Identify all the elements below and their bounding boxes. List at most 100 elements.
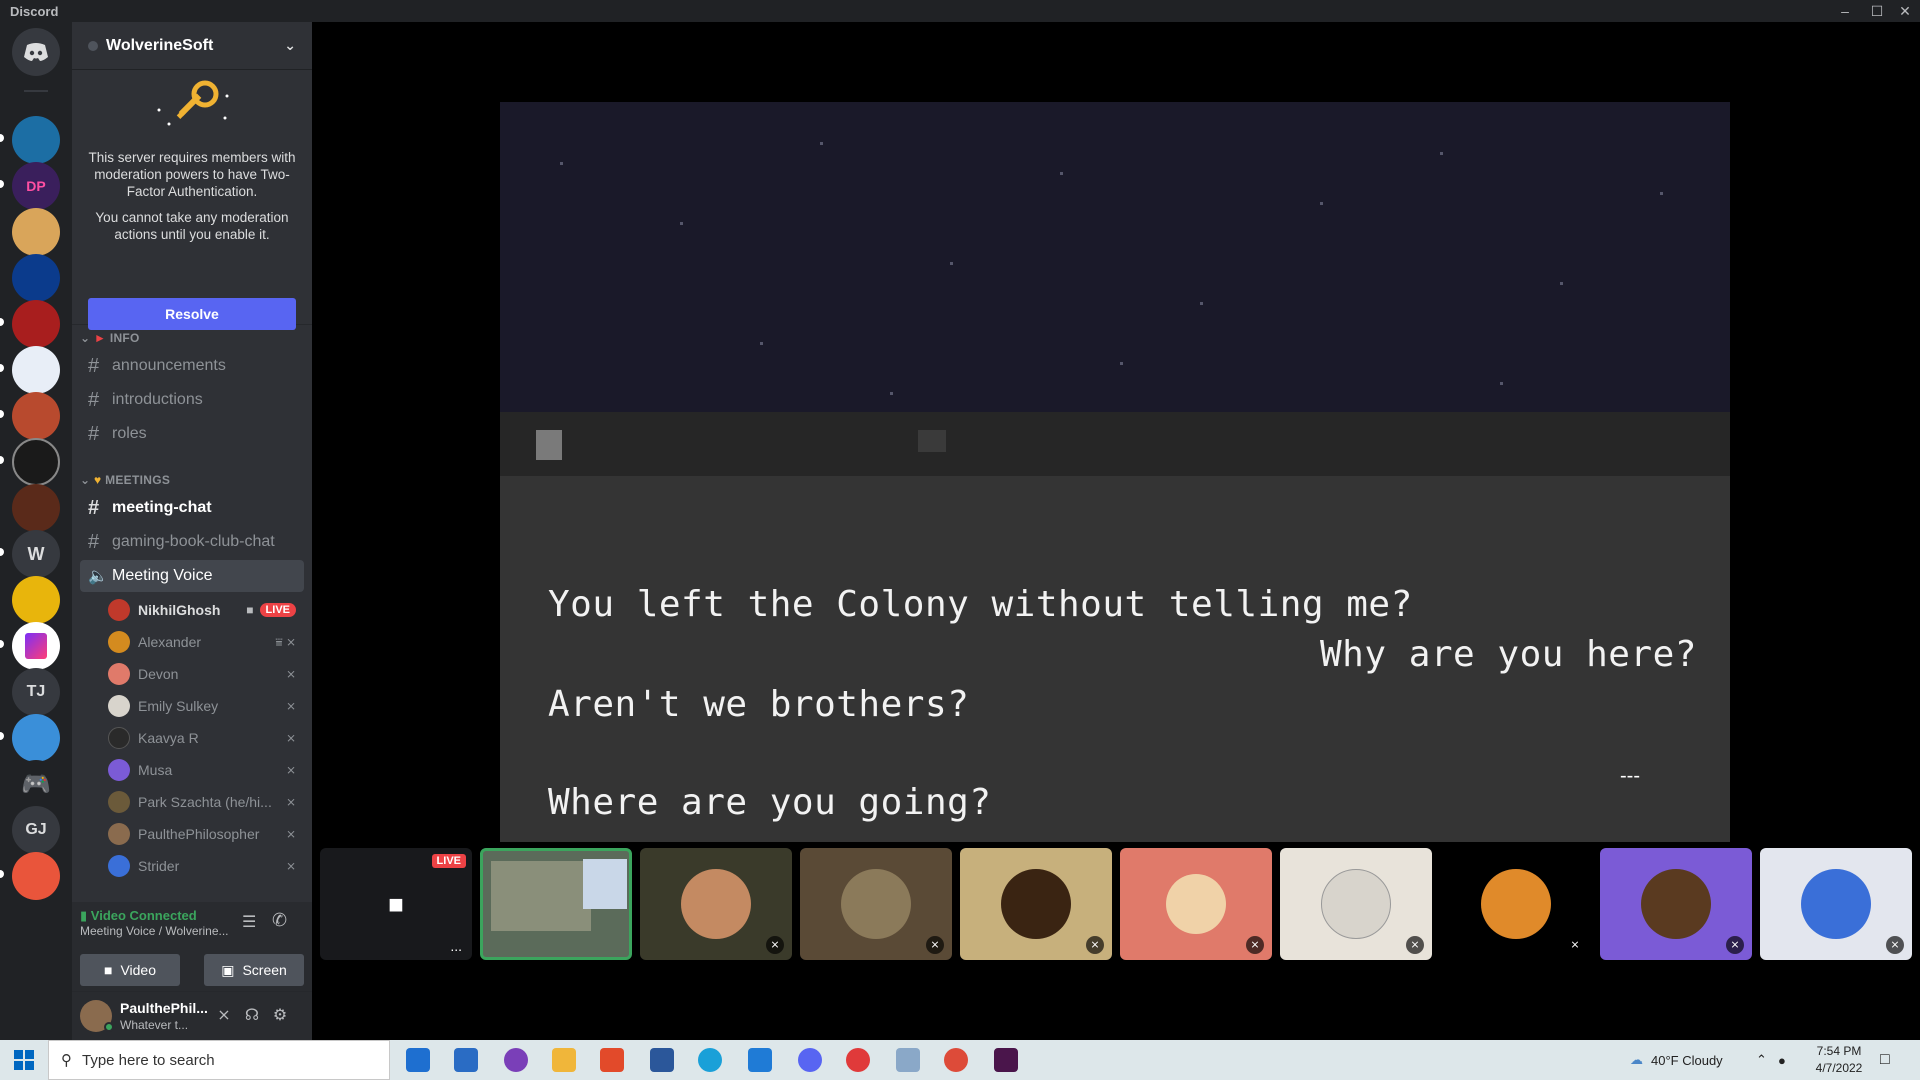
channel-meeting-chat[interactable]: # meeting-chat [80, 492, 304, 524]
star [1200, 302, 1203, 305]
server-icon-3[interactable] [12, 208, 60, 256]
server-icon-14[interactable] [12, 714, 60, 762]
voice-user[interactable]: Kaavya R ⨯ [108, 724, 304, 752]
screen-share-button[interactable]: ▣ Screen [204, 954, 304, 986]
server-name: WolverineSoft [106, 36, 214, 54]
channel-announcements[interactable]: # announcements [80, 350, 304, 382]
voice-user[interactable]: Park Szachta (he/hi... ⨯ [108, 788, 304, 816]
server-icon-w[interactable]: W [12, 530, 60, 578]
voice-user[interactable]: Musa ⨯ [108, 756, 304, 784]
clock-date: 4/7/2022 [1815, 1061, 1863, 1075]
file-explorer-icon[interactable] [552, 1048, 576, 1072]
video-button[interactable]: ■ Video [80, 954, 180, 986]
home-discord-icon[interactable] [12, 28, 60, 76]
server-icon-gj[interactable]: GJ [12, 806, 60, 854]
weather-widget[interactable]: ☁ 40°F Cloudy [1630, 1040, 1723, 1080]
notification-icon[interactable]: □ [1880, 1040, 1890, 1080]
server-icon-tj[interactable]: TJ [12, 668, 60, 716]
gear-icon[interactable]: ⚙ [268, 1004, 292, 1028]
record-app-icon[interactable] [846, 1048, 870, 1072]
chrome-icon[interactable] [944, 1048, 968, 1072]
channel-introductions[interactable]: # introductions [80, 384, 304, 416]
server-icon-17[interactable] [12, 852, 60, 900]
screen-share-stream[interactable]: You left the Colony without telling me? … [500, 102, 1730, 842]
clock[interactable]: 7:54 PM 4/7/2022 [1806, 1044, 1872, 1075]
voice-user[interactable]: Alexander ⩸ ⨯ [108, 628, 304, 656]
muted-mic-icon: ⨯ [285, 859, 296, 873]
hash-icon: # [88, 388, 100, 411]
participant-tile[interactable]: ⨯ [1280, 848, 1432, 960]
server-icon-dp[interactable]: DP [12, 162, 60, 210]
voice-user[interactable]: Emily Sulkey ⨯ [108, 692, 304, 720]
server-icon-4[interactable] [12, 254, 60, 302]
headphones-icon[interactable]: ☊ [240, 1004, 264, 1028]
server-icon-5[interactable] [12, 300, 60, 348]
discord-taskbar-icon[interactable] [798, 1048, 822, 1072]
disconnect-icon[interactable]: ✆ [272, 910, 287, 931]
vscode-icon[interactable] [748, 1048, 772, 1072]
clock-time: 7:54 PM [1816, 1044, 1862, 1058]
server-icon-controller[interactable]: 🎮 [12, 760, 60, 808]
server-header[interactable]: WolverineSoft ⌄ [72, 22, 312, 70]
participant-tile[interactable]: ⨯ [800, 848, 952, 960]
server-icon-8[interactable] [12, 438, 60, 486]
voice-user[interactable]: NikhilGhosh ■ LIVE [108, 596, 304, 624]
category-info[interactable]: ⌄ ► INFO [80, 331, 140, 345]
voice-user[interactable]: Strider ⨯ [108, 852, 304, 880]
server-icon-1[interactable] [12, 116, 60, 164]
server-icon-12[interactable] [12, 622, 60, 670]
podcast-app-icon[interactable] [504, 1048, 528, 1072]
server-badge-icon [88, 40, 98, 51]
taskbar-search-input[interactable]: ⚲ Type here to search [48, 1040, 390, 1080]
participant-tile[interactable]: ⨯ [1600, 848, 1752, 960]
app-icon[interactable] [896, 1048, 920, 1072]
microphone-icon[interactable]: ● [1778, 1040, 1786, 1080]
server-icon-7[interactable] [12, 392, 60, 440]
participant-tile[interactable]: ⨯ [640, 848, 792, 960]
windows-start-icon[interactable] [14, 1050, 34, 1070]
signal-icon: ▮ [80, 908, 91, 923]
participant-tile[interactable]: LIVE ■ ... [320, 848, 472, 960]
participant-tile[interactable]: ⨯ [1440, 848, 1592, 960]
server-icon-6[interactable] [12, 346, 60, 394]
tray-chevron-up-icon[interactable]: ⌃ [1756, 1040, 1767, 1080]
voice-user[interactable]: PaulthePhilosopher ⨯ [108, 820, 304, 848]
more-options-icon[interactable]: ... [450, 938, 462, 954]
chevron-down-icon[interactable]: ⌄ [284, 37, 296, 54]
participant-tile[interactable]: ⨯ [1120, 848, 1272, 960]
category-meetings[interactable]: ⌄ ♥ MEETINGS [80, 473, 170, 487]
channel-roles[interactable]: # roles [80, 418, 304, 450]
muted-mic-icon: ⩸ ⨯ [275, 634, 296, 649]
resolve-button[interactable]: Resolve [88, 298, 296, 330]
channel-gaming-book-club-chat[interactable]: # gaming-book-club-chat [80, 526, 304, 558]
game-scene [500, 102, 1730, 476]
unread-pill [0, 180, 4, 188]
camera-icon: ■ [246, 603, 254, 617]
close-window-button[interactable]: ✕ [1896, 2, 1914, 20]
server-icon-9[interactable] [12, 484, 60, 532]
custom-status: Whatever t... [120, 1018, 189, 1032]
server-icon-11[interactable] [12, 576, 60, 624]
minimize-button[interactable]: – [1836, 2, 1854, 20]
slack-icon[interactable] [994, 1048, 1018, 1072]
channel-label: gaming-book-club-chat [112, 533, 275, 550]
edge-icon[interactable] [698, 1048, 722, 1072]
participant-tile[interactable]: ⨯ [1760, 848, 1912, 960]
voice-channel-link[interactable]: Meeting Voice / Wolverine... [80, 924, 229, 938]
word-icon[interactable] [650, 1048, 674, 1072]
maximize-button[interactable]: ☐ [1868, 2, 1886, 20]
unread-pill [0, 640, 4, 648]
mail-icon[interactable] [454, 1048, 478, 1072]
channel-meeting-voice[interactable]: 🔈 Meeting Voice [80, 560, 304, 592]
office-icon[interactable] [600, 1048, 624, 1072]
voice-user[interactable]: Devon ⨯ [108, 660, 304, 688]
participant-tile[interactable]: ⨯ [960, 848, 1112, 960]
store-icon[interactable] [406, 1048, 430, 1072]
participant-tile-selected[interactable] [480, 848, 632, 960]
unread-pill [0, 134, 4, 142]
muted-mic-icon: ⨯ [285, 795, 296, 809]
screen-button-label: Screen [242, 962, 287, 978]
muted-mic-icon: ⨯ [1726, 936, 1744, 954]
mute-mic-icon[interactable]: ⨯ [212, 1004, 236, 1028]
noise-suppression-icon[interactable]: ☰ [242, 912, 256, 932]
